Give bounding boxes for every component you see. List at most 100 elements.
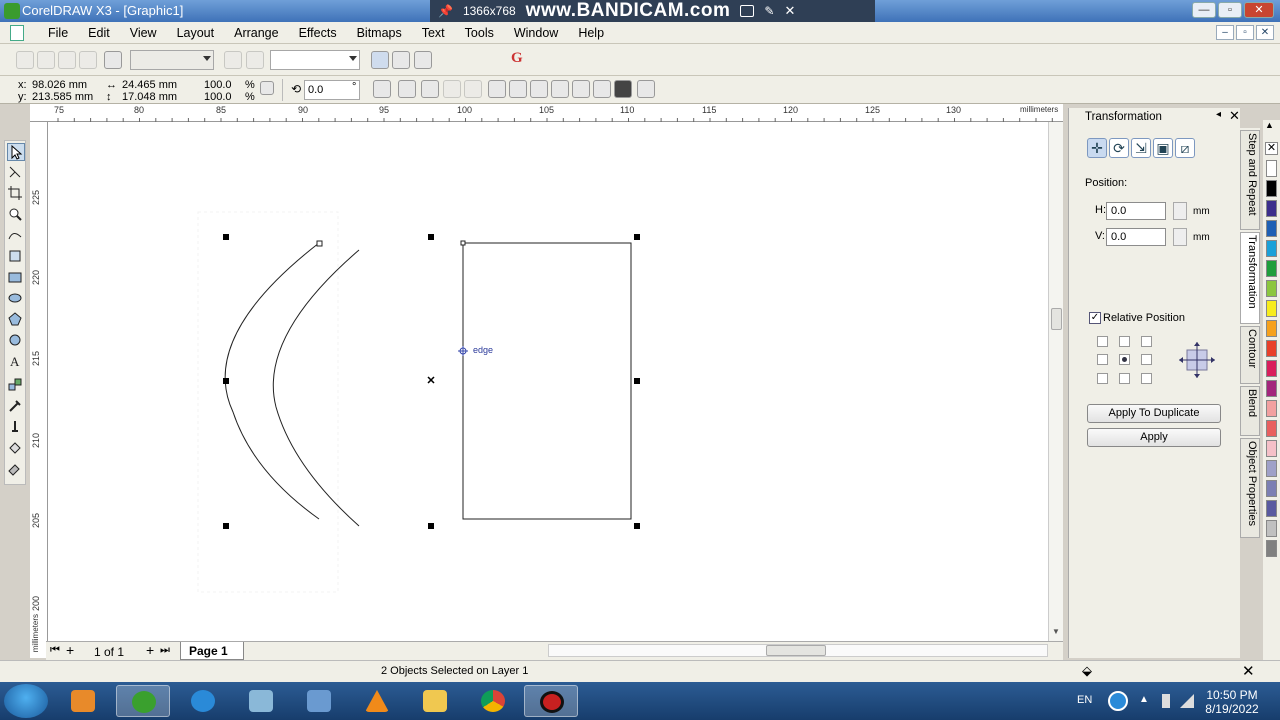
taskbar-vlc[interactable] — [350, 685, 404, 717]
scale-y-field[interactable]: 100.0 — [204, 91, 232, 103]
smart-fill-tool-icon[interactable] — [7, 248, 25, 266]
polygon-tool-icon[interactable] — [7, 311, 25, 329]
mirror-icon[interactable] — [373, 80, 391, 98]
color-swatch[interactable] — [1266, 540, 1277, 557]
start-button[interactable] — [4, 684, 48, 718]
add-page-after-button[interactable]: + — [146, 642, 154, 658]
menu-layout[interactable]: Layout — [167, 26, 225, 40]
drawing-canvas[interactable]: edge — [48, 122, 1048, 642]
interactive-fill-tool-icon[interactable] — [7, 461, 25, 479]
add-page-before-button[interactable]: + — [66, 642, 74, 658]
color-swatch[interactable] — [1266, 520, 1277, 537]
color-swatch[interactable] — [1266, 380, 1277, 397]
group-objects-icon[interactable] — [398, 80, 416, 98]
apply-button[interactable]: Apply — [1087, 428, 1221, 447]
tab-object-properties[interactable]: Object Properties — [1240, 438, 1260, 538]
anchor-middle-right[interactable] — [1141, 354, 1152, 365]
corel-g-icon[interactable]: G — [511, 50, 529, 70]
simplify-shape-icon[interactable] — [551, 80, 569, 98]
v-spinner[interactable] — [1173, 228, 1187, 246]
color-swatch[interactable] — [1266, 480, 1277, 497]
text-tool-icon[interactable]: A — [7, 353, 25, 371]
anchor-bottom-center[interactable] — [1119, 373, 1130, 384]
ungroup-objects-icon[interactable] — [421, 80, 439, 98]
eyedropper-tool-icon[interactable] — [7, 398, 25, 416]
color-swatch[interactable] — [1266, 340, 1277, 357]
document-icon[interactable] — [10, 24, 24, 41]
style-dropdown[interactable] — [130, 50, 214, 70]
taskbar-coreldraw[interactable] — [116, 685, 170, 717]
fill-indicator-icon[interactable]: ⬙ — [1082, 663, 1092, 679]
color-swatch[interactable] — [1266, 320, 1277, 337]
selection-handle-mr[interactable] — [634, 378, 640, 384]
interactive-blend-tool-icon[interactable] — [7, 377, 25, 395]
palette-scroll-up[interactable]: ▲ — [1265, 120, 1274, 130]
outline-indicator-icon[interactable]: ✕ — [1242, 662, 1255, 680]
taskbar-bandicam[interactable] — [524, 685, 578, 717]
last-page-button[interactable]: ⏭ — [160, 644, 170, 657]
selection-handle-ml[interactable] — [223, 378, 229, 384]
back-minus-front-icon[interactable] — [593, 80, 611, 98]
menu-arrange[interactable]: Arrange — [224, 26, 288, 40]
menu-window[interactable]: Window — [504, 26, 568, 40]
combine-icon[interactable] — [392, 51, 410, 69]
basic-shapes-tool-icon[interactable] — [7, 332, 25, 350]
color-swatch[interactable] — [1266, 500, 1277, 517]
color-swatch[interactable] — [1266, 180, 1277, 197]
menu-bitmaps[interactable]: Bitmaps — [347, 26, 412, 40]
doc-minimize-button[interactable]: – — [1216, 25, 1234, 40]
scroll-down-arrow[interactable]: ▼ — [1052, 627, 1060, 636]
anchor-top-right[interactable] — [1141, 336, 1152, 347]
tab-transformation[interactable]: Transformation — [1240, 232, 1260, 324]
simplify-icon[interactable] — [79, 51, 97, 69]
v-position-input[interactable]: 0.0 — [1106, 228, 1166, 246]
h-spinner[interactable] — [1173, 202, 1187, 220]
shape-tool-icon[interactable] — [7, 164, 25, 182]
taskbar-chrome[interactable] — [466, 685, 520, 717]
help-tray-icon[interactable] — [1108, 691, 1128, 711]
anchor-bottom-right[interactable] — [1141, 373, 1152, 384]
language-indicator[interactable]: EN — [1077, 694, 1092, 706]
relative-position-checkbox[interactable]: ✓ — [1089, 312, 1101, 324]
no-color-swatch[interactable]: ✕ — [1265, 142, 1278, 155]
horizontal-scroll-thumb[interactable] — [766, 645, 826, 656]
tab-step-and-repeat[interactable]: Step and Repeat — [1240, 130, 1260, 230]
menu-edit[interactable]: Edit — [78, 26, 120, 40]
menu-file[interactable]: File — [38, 26, 78, 40]
menu-effects[interactable]: Effects — [289, 26, 347, 40]
anchor-bottom-left[interactable] — [1097, 373, 1108, 384]
vertical-scroll-thumb[interactable] — [1051, 308, 1062, 330]
horizontal-ruler[interactable]: 75 80 85 90 95 100 105 110 115 120 125 1… — [36, 104, 1063, 122]
taskbar-file-explorer[interactable] — [408, 685, 462, 717]
curve-left[interactable] — [224, 242, 320, 520]
trim-shape-icon[interactable] — [509, 80, 527, 98]
vertical-ruler[interactable]: 225 220 215 210 205 200 millimeters — [30, 122, 48, 658]
y-position-field[interactable]: 213.585 mm — [32, 91, 93, 103]
camera-icon[interactable] — [740, 5, 755, 17]
size-mode-icon[interactable]: ▣ — [1153, 138, 1173, 158]
rectangle-shape[interactable] — [462, 242, 632, 520]
freehand-tool-icon[interactable] — [7, 227, 25, 245]
combine-objects-icon[interactable] — [464, 80, 482, 98]
color-swatch[interactable] — [1266, 460, 1277, 477]
anchor-center[interactable] — [1119, 354, 1130, 365]
fill-tool-icon[interactable] — [7, 440, 25, 458]
minimize-button[interactable]: — — [1192, 2, 1216, 18]
color-swatch[interactable] — [1266, 220, 1277, 237]
width-field[interactable]: 24.465 mm — [122, 79, 177, 91]
scale-mirror-mode-icon[interactable]: ⇲ — [1131, 138, 1151, 158]
group-icon[interactable] — [371, 51, 389, 69]
curve-right[interactable] — [272, 249, 360, 527]
intersect-icon[interactable] — [58, 51, 76, 69]
color-swatch[interactable] — [1266, 400, 1277, 417]
rotate-mode-icon[interactable]: ⟳ — [1109, 138, 1129, 158]
lock-ratio-icon[interactable] — [260, 81, 274, 95]
tab-contour[interactable]: Contour — [1240, 326, 1260, 384]
tab-blend[interactable]: Blend — [1240, 386, 1260, 436]
position-mode-icon[interactable]: ✛ — [1087, 138, 1107, 158]
taskbar-app-blue[interactable] — [234, 685, 288, 717]
selection-handle-bl[interactable] — [223, 523, 229, 529]
node-handle[interactable] — [460, 240, 466, 246]
ungroup-all-icon[interactable] — [443, 80, 461, 98]
maximize-button[interactable]: ▫ — [1218, 2, 1242, 18]
